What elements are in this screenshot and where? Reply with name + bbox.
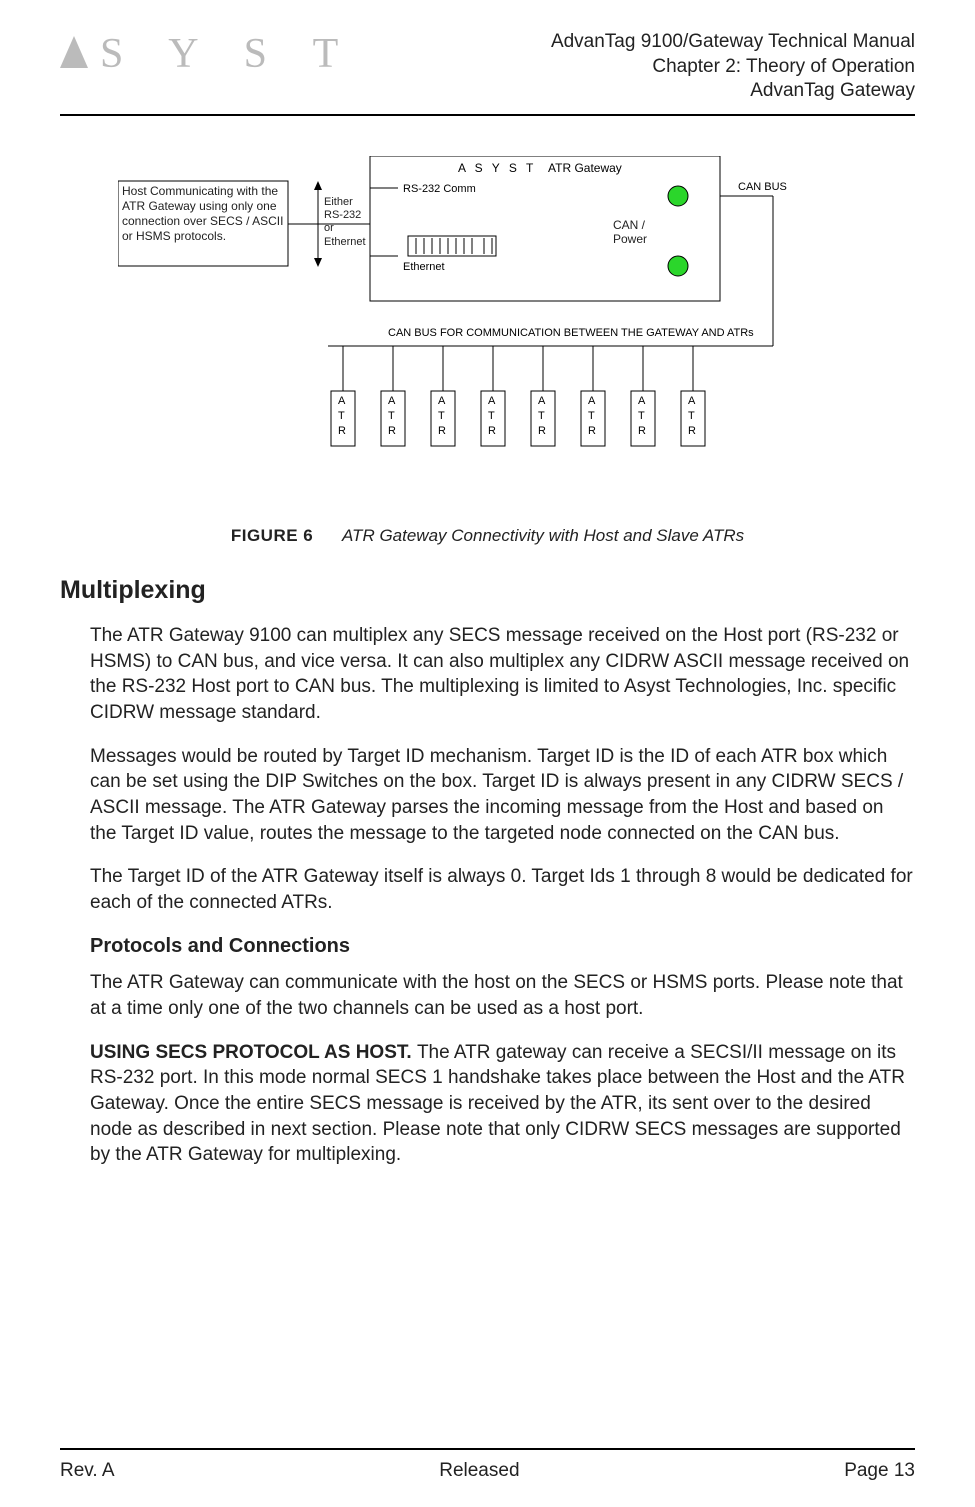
can-bus-label: CAN BUS [738,181,787,193]
footer-status: Released [439,1460,519,1482]
svg-text:R: R [488,425,496,437]
subsection-heading-protocols: Protocols and Connections [90,935,915,958]
svg-text:T: T [638,410,645,422]
svg-text:T: T [338,410,345,422]
paragraph-5-runin: USING SECS PROTOCOL AS HOST. [90,1042,417,1063]
svg-text:A: A [638,395,646,407]
host-box-text: Host Communicating with the ATR Gateway … [122,184,284,244]
manual-title: AdvanTag 9100/Gateway Technical Manual [551,30,915,55]
paragraph-1: The ATR Gateway 9100 can multiplex any S… [90,623,915,726]
svg-text:T: T [488,410,495,422]
atr-nodes: ATR ATR ATR ATR [331,346,705,446]
svg-text:A: A [688,395,696,407]
can-power-label: CAN / Power [613,218,663,247]
svg-text:A: A [588,395,596,407]
brand-logo: S Y S T [60,30,356,78]
svg-text:T: T [538,410,545,422]
section-title: AdvanTag Gateway [551,79,915,104]
gateway-brand: A S Y S T [458,161,536,175]
svg-text:A: A [538,395,546,407]
svg-text:A: A [438,395,446,407]
figure-caption: FIGURE 6 ATR Gateway Connectivity with H… [60,526,915,546]
svg-text:R: R [588,425,596,437]
paragraph-3: The Target ID of the ATR Gateway itself … [90,864,915,915]
svg-text:T: T [688,410,695,422]
header-titles: AdvanTag 9100/Gateway Technical Manual C… [551,30,915,104]
svg-text:R: R [438,425,446,437]
section-heading-multiplexing: Multiplexing [60,576,915,605]
footer-revision: Rev. A [60,1460,115,1482]
svg-text:R: R [538,425,546,437]
svg-text:T: T [588,410,595,422]
paragraph-4: The ATR Gateway can communicate with the… [90,970,915,1021]
paragraph-2: Messages would be routed by Target ID me… [90,744,915,847]
figure-number: FIGURE 6 [231,526,313,545]
rs232-label: RS-232 Comm [403,183,476,195]
figure-title: ATR Gateway Connectivity with Host and S… [342,526,744,545]
page-header: S Y S T AdvanTag 9100/Gateway Technical … [60,30,915,116]
chapter-title: Chapter 2: Theory of Operation [551,55,915,80]
svg-text:A: A [388,395,396,407]
ethernet-label: Ethernet [403,261,445,273]
svg-text:A: A [488,395,496,407]
footer-page: Page 13 [844,1460,915,1482]
conn-label: Either RS-232 or Ethernet [324,196,374,249]
svg-text:T: T [388,410,395,422]
svg-text:R: R [338,425,346,437]
svg-text:A: A [338,395,346,407]
svg-text:R: R [388,425,396,437]
page-footer: Rev. A Released Page 13 [60,1448,915,1482]
logo-triangle-icon [60,36,88,68]
logo-text: S Y S T [100,30,356,78]
svg-text:R: R [638,425,646,437]
svg-text:T: T [438,410,445,422]
paragraph-5: USING SECS PROTOCOL AS HOST. The ATR gat… [90,1040,915,1168]
gateway-label: ATR Gateway [548,161,622,175]
bus-caption: CAN BUS FOR COMMUNICATION BETWEEN THE GA… [388,327,754,339]
figure-diagram: Host Communicating with the ATR Gateway … [118,156,858,476]
svg-text:R: R [688,425,696,437]
